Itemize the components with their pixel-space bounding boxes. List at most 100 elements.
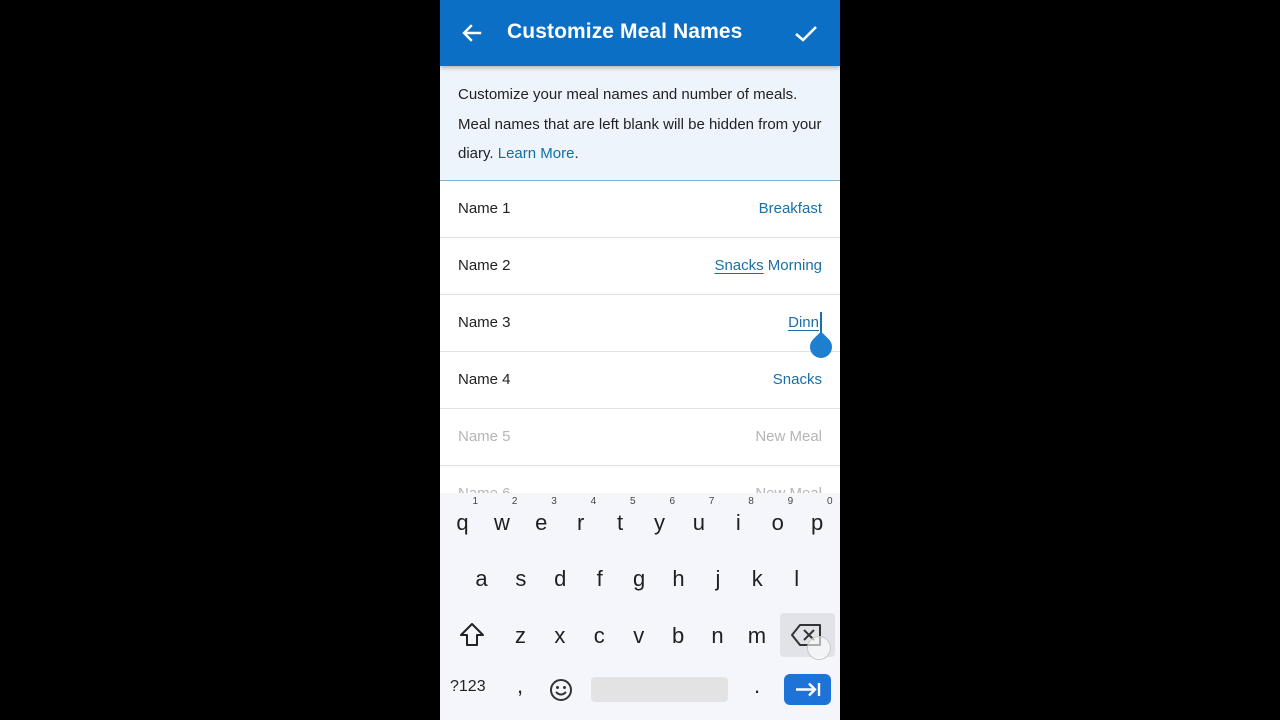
symbols-key[interactable]: ?123 [450, 678, 486, 696]
key-p[interactable]: p0 [798, 496, 837, 548]
meal-name-input[interactable]: Snacks Morning [714, 257, 822, 274]
key-label: y [654, 510, 665, 535]
key-label: v [633, 623, 645, 648]
page-title: Customize Meal Names [507, 20, 743, 43]
spacebar-key[interactable] [591, 677, 728, 702]
key-label: d [554, 566, 567, 591]
key-label: u [692, 510, 706, 535]
key-number-hint: 9 [787, 496, 794, 507]
row-label: Name 5 [458, 428, 511, 445]
key-number-hint: 8 [748, 496, 754, 507]
meal-name-input[interactable]: Snacks [773, 371, 822, 388]
key-number-hint: 3 [551, 496, 557, 507]
key-f[interactable]: f [580, 554, 619, 604]
period-key[interactable]: . [754, 673, 760, 699]
meal-row-3[interactable]: Name 3 Dinn [440, 295, 840, 352]
key-a[interactable]: a [462, 554, 501, 604]
check-icon [795, 26, 817, 42]
confirm-button[interactable] [790, 17, 822, 49]
app-bar: Customize Meal Names [440, 0, 840, 66]
key-label: w [493, 510, 510, 535]
key-number-hint: 7 [708, 496, 715, 507]
back-button[interactable] [456, 17, 488, 49]
key-label: m [747, 623, 767, 648]
value-rest: Morning [763, 257, 822, 274]
key-number-hint: 4 [590, 496, 597, 507]
key-o[interactable]: o9 [758, 496, 797, 548]
key-d[interactable]: d [541, 554, 580, 604]
key-r[interactable]: r4 [561, 496, 600, 548]
row-label: Name 2 [458, 257, 511, 274]
key-t[interactable]: t5 [601, 496, 640, 548]
key-j[interactable]: j [698, 554, 737, 604]
meal-name-input[interactable]: Breakfast [759, 200, 822, 217]
key-number-hint: 2 [511, 496, 518, 507]
key-e[interactable]: e3 [522, 496, 561, 548]
key-q[interactable]: q1 [443, 496, 482, 548]
row-label: Name 1 [458, 200, 511, 217]
key-number-hint: 5 [630, 496, 636, 507]
key-label: o [771, 510, 784, 535]
composing-text: Dinn [788, 314, 819, 331]
key-label: t [617, 510, 624, 535]
key-y[interactable]: y6 [640, 496, 679, 548]
info-banner: Customize your meal names and number of … [440, 66, 840, 181]
key-n[interactable]: n [698, 611, 737, 661]
touch-indicator [807, 636, 831, 660]
key-label: j [715, 566, 721, 591]
emoji-key[interactable] [548, 677, 574, 703]
row-label: Name 3 [458, 314, 511, 331]
key-s[interactable]: s [501, 554, 540, 604]
arrow-left-icon [462, 24, 482, 42]
key-label: r [577, 510, 585, 535]
meal-name-input[interactable]: New Meal [755, 428, 822, 445]
shift-key[interactable] [458, 621, 486, 649]
key-b[interactable]: b [659, 611, 698, 661]
key-label: s [515, 566, 527, 591]
shift-arrow-icon [460, 623, 484, 646]
keyboard-row-2: asdfghjkl [440, 554, 840, 610]
meal-name-list: Name 1 Breakfast Name 2 Snacks Morning N… [440, 181, 840, 523]
comma-key[interactable]: , [517, 673, 523, 699]
app-screen: Customize Meal Names Customize your meal… [440, 0, 840, 720]
info-trailing: . [574, 145, 579, 162]
key-label: q [456, 510, 469, 535]
meal-row-2[interactable]: Name 2 Snacks Morning [440, 238, 840, 295]
key-w[interactable]: w2 [482, 496, 521, 548]
key-u[interactable]: u7 [679, 496, 718, 548]
key-i[interactable]: i8 [719, 496, 758, 548]
key-z[interactable]: z [501, 611, 540, 661]
key-m[interactable]: m [737, 611, 776, 661]
key-h[interactable]: h [659, 554, 698, 604]
key-label: c [593, 623, 605, 648]
key-label: p [810, 510, 824, 535]
meal-row-5[interactable]: Name 5 New Meal [440, 409, 840, 466]
meal-row-1[interactable]: Name 1 Breakfast [440, 181, 840, 238]
key-label: a [475, 566, 488, 591]
suggestion-underline: Snacks [714, 257, 764, 274]
keyboard-row-1: q1w2e3r4t5y6u7i8o9p0 [440, 496, 840, 554]
key-g[interactable]: g [620, 554, 659, 604]
enter-key[interactable] [784, 674, 831, 705]
key-number-hint: 6 [669, 496, 675, 507]
key-label: k [751, 566, 763, 591]
tab-arrow-icon [796, 682, 821, 697]
key-label: l [794, 566, 800, 591]
key-label: f [596, 566, 603, 591]
learn-more-link[interactable]: Learn More [498, 145, 575, 162]
key-k[interactable]: k [738, 554, 777, 604]
key-label: i [735, 510, 741, 535]
key-v[interactable]: v [619, 611, 658, 661]
meal-name-input-active[interactable]: Dinn [788, 314, 819, 331]
key-label: e [535, 510, 548, 535]
key-c[interactable]: c [580, 611, 619, 661]
key-label: b [671, 623, 685, 648]
key-number-hint: 1 [472, 496, 478, 507]
key-x[interactable]: x [540, 611, 579, 661]
info-text: Customize your meal names and number of … [458, 80, 822, 169]
key-l[interactable]: l [777, 554, 816, 604]
row-label: Name 4 [458, 371, 511, 388]
key-label: h [672, 566, 685, 591]
key-label: g [632, 566, 646, 591]
meal-row-4[interactable]: Name 4 Snacks [440, 352, 840, 409]
